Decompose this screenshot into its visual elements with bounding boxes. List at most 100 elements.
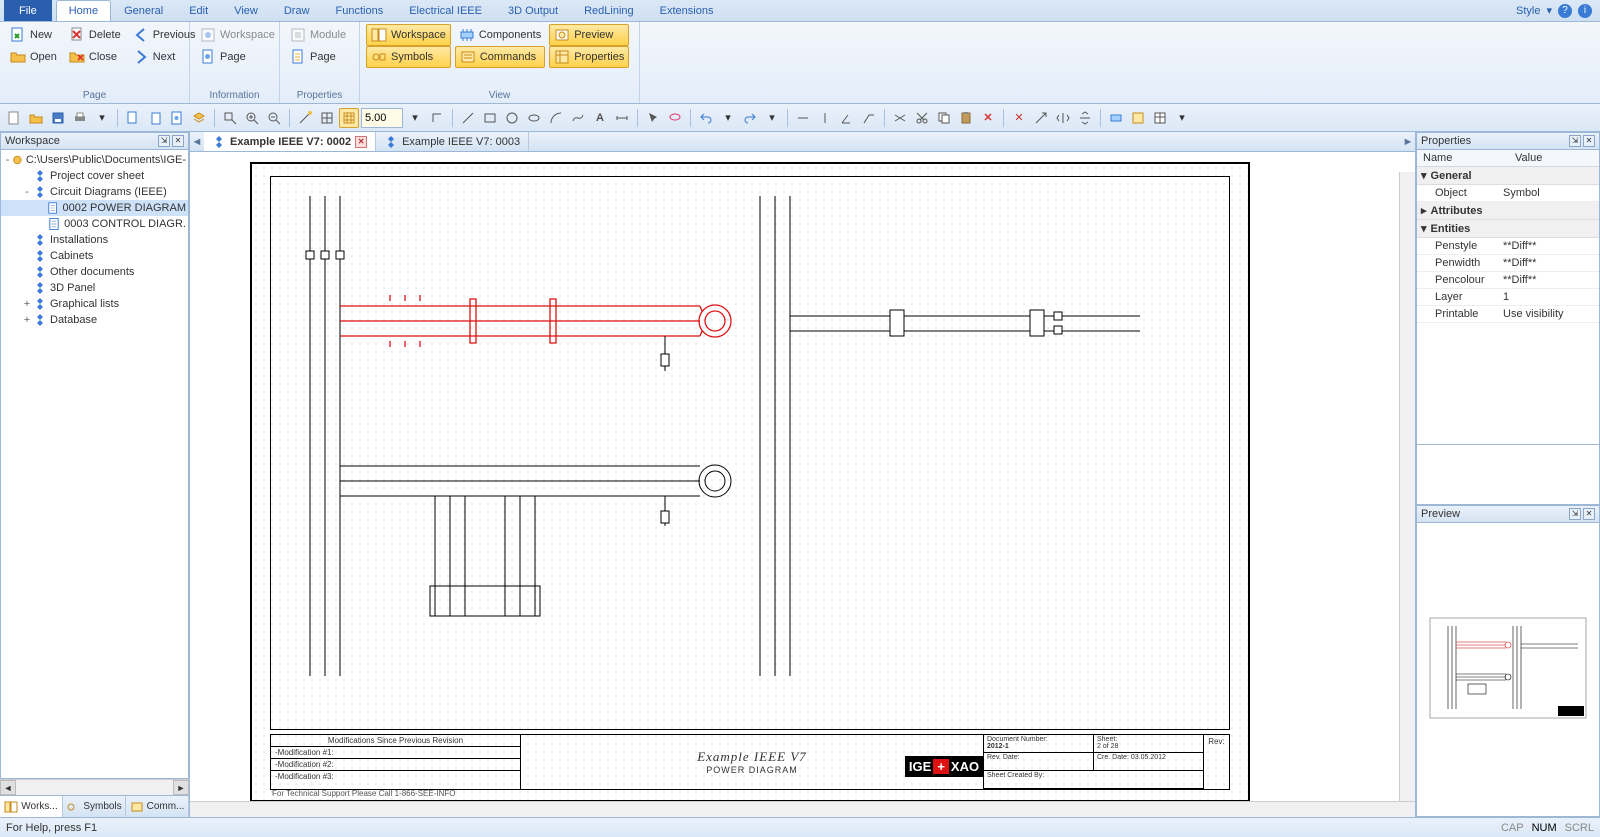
canvas-scrollbar-v[interactable] [1399,172,1415,801]
page-previous-button[interactable]: Previous [129,24,200,46]
prop-page-button[interactable]: Page [286,46,350,68]
draw-line-icon[interactable] [458,108,478,128]
prop-row[interactable]: Penstyle**Diff** [1417,238,1599,255]
qat-dropdown-icon[interactable]: ▾ [92,108,112,128]
tree-item[interactable]: +Database [1,312,188,328]
grid-size-input[interactable] [361,108,403,128]
ribbon-tab-draw[interactable]: Draw [271,0,323,21]
workspace-hscroll[interactable]: ◄► [0,779,189,795]
prop-row[interactable]: PrintableUse visibility [1417,306,1599,323]
qat-zoom-in-icon[interactable] [242,108,262,128]
bottom-tab-workspace[interactable]: Works... [0,796,63,817]
ribbon-tab-view[interactable]: View [221,0,271,21]
undo-icon[interactable] [696,108,716,128]
prop-row[interactable]: Penwidth**Diff** [1417,255,1599,272]
prop-cat-entities[interactable]: ▾Entities [1417,220,1599,238]
prop-row[interactable]: Pencolour**Diff** [1417,272,1599,289]
qat-new-icon[interactable] [4,108,24,128]
dim-h-icon[interactable] [793,108,813,128]
table-icon[interactable] [1150,108,1170,128]
ribbon-tab-edit[interactable]: Edit [176,0,221,21]
cut-icon[interactable] [912,108,932,128]
ribbon-tab-3d-output[interactable]: 3D Output [495,0,571,21]
page-open-button[interactable]: Open [6,46,61,68]
draw-ellipse-icon[interactable] [524,108,544,128]
document-tab-0003[interactable]: Example IEEE V7: 0003 [376,132,529,151]
tree-item[interactable]: 3D Panel [1,280,188,296]
ribbon-tab-general[interactable]: General [111,0,176,21]
doc-tabs-next[interactable]: ► [1401,132,1415,151]
ribbon-tab-extensions[interactable]: Extensions [647,0,727,21]
view-symbols-button[interactable]: Symbols [366,46,451,68]
undo-dropdown-icon[interactable]: ▾ [718,108,738,128]
view-preview-button[interactable]: Preview [549,24,629,46]
view-properties-button[interactable]: Properties [549,46,629,68]
document-tab-0002[interactable]: Example IEEE V7: 0002 ✕ [204,132,376,151]
draw-rect-icon[interactable] [480,108,500,128]
qat-page-next-icon[interactable] [145,108,165,128]
workspace-tree[interactable]: - C:\Users\Public\Documents\IGE- Project… [0,150,189,779]
canvas-viewport[interactable]: Modifications Since Previous Revision -M… [190,152,1415,801]
break-x-icon[interactable]: ✕ [1009,108,1029,128]
qat-grid-dropdown-icon[interactable]: ▾ [405,108,425,128]
toolbar-more-icon[interactable]: ▾ [1172,108,1192,128]
mirror-h-icon[interactable] [1053,108,1073,128]
panel-pin-icon[interactable]: ⇲ [1569,508,1581,520]
qat-layers-icon[interactable] [189,108,209,128]
qat-grid-toggle-icon[interactable] [339,108,359,128]
qat-snap-grid-icon[interactable] [317,108,337,128]
chevron-down-icon[interactable]: ▾ [1546,4,1552,17]
info-page-button[interactable]: Page [196,46,279,68]
properties-grid[interactable]: Name Value ▾General ObjectSymbol ▸Attrib… [1416,150,1600,445]
paste-icon[interactable] [956,108,976,128]
ribbon-tab-elec-ieee[interactable]: Electrical IEEE [396,0,495,21]
page-close-button[interactable]: Close [65,46,125,68]
redo-dropdown-icon[interactable]: ▾ [762,108,782,128]
mirror-v-icon[interactable] [1075,108,1095,128]
tree-item[interactable]: +Graphical lists [1,296,188,312]
page-new-button[interactable]: New [6,24,61,46]
view-components-button[interactable]: Components [455,24,545,46]
page-delete-button[interactable]: Delete [65,24,125,46]
ribbon-tab-home[interactable]: Home [56,0,111,21]
bottom-tab-symbols[interactable]: Symbols [63,796,126,817]
tree-root[interactable]: - C:\Users\Public\Documents\IGE- [1,152,188,168]
qat-zoom-window-icon[interactable] [220,108,240,128]
tree-item[interactable]: 0002 POWER DIAGRAM [1,200,188,216]
qat-snap-endpoint-icon[interactable] [295,108,315,128]
tree-item[interactable]: Cabinets [1,248,188,264]
view-workspace-button[interactable]: Workspace [366,24,451,46]
select-pointer-icon[interactable] [643,108,663,128]
trim-icon[interactable] [890,108,910,128]
redo-icon[interactable] [740,108,760,128]
qat-print-icon[interactable] [70,108,90,128]
tree-item[interactable]: -Circuit Diagrams (IEEE) [1,184,188,200]
view-commands-button[interactable]: Commands [455,46,545,68]
help-icon[interactable]: ? [1558,4,1572,18]
prop-cat-attributes[interactable]: ▸Attributes [1417,202,1599,220]
preview-thumbnail[interactable] [1416,523,1600,818]
delete-icon[interactable]: ✕ [978,108,998,128]
qat-zoom-out-icon[interactable] [264,108,284,128]
dim-angle-icon[interactable] [837,108,857,128]
panel-close-icon[interactable]: ✕ [172,135,184,147]
qat-save-icon[interactable] [48,108,68,128]
drawing-sheet[interactable]: Modifications Since Previous Revision -M… [250,162,1250,801]
copy-icon[interactable] [934,108,954,128]
canvas-scrollbar-h[interactable] [190,801,1415,817]
qat-page-info-icon[interactable] [167,108,187,128]
panel-close-icon[interactable]: ✕ [1583,135,1595,147]
bottom-tab-commands[interactable]: Comm... [126,796,189,817]
info-icon[interactable]: i [1578,4,1592,18]
schematic-content[interactable] [270,176,1232,726]
ribbon-tab-redlining[interactable]: RedLining [571,0,647,21]
tree-item[interactable]: 0003 CONTROL DIAGR. [1,216,188,232]
qat-ortho-icon[interactable] [427,108,447,128]
draw-dim-icon[interactable] [612,108,632,128]
extend-icon[interactable] [1031,108,1051,128]
qat-page-prev-icon[interactable] [123,108,143,128]
draw-arc-icon[interactable] [546,108,566,128]
panel-close-icon[interactable]: ✕ [1583,508,1595,520]
doc-tabs-prev[interactable]: ◄ [190,132,204,151]
select-lasso-icon[interactable] [665,108,685,128]
